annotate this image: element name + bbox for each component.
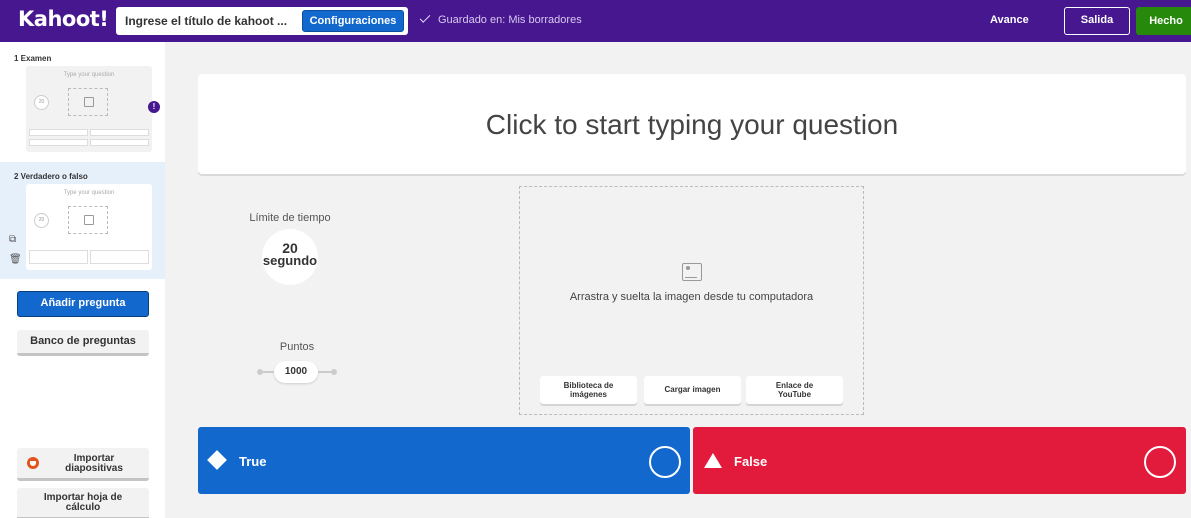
kahoot-title-input[interactable]: Ingrese el título de kahoot ... Configur… (116, 7, 408, 35)
import-slides-label: Importar diapositivas (65, 453, 123, 474)
check-icon (419, 12, 431, 23)
title-placeholder: Ingrese el título de kahoot ... (125, 14, 288, 28)
youtube-link-button[interactable]: Enlace de YouTube (746, 376, 843, 404)
slide-1-label: 1 Examen (14, 54, 52, 63)
points-slider-track (260, 371, 274, 373)
image-icon (84, 215, 94, 225)
exit-button[interactable]: Salida (1064, 7, 1130, 35)
question-placeholder: Click to start typing your question (485, 109, 899, 140)
answer-true[interactable]: True (198, 427, 690, 494)
question-input[interactable]: Click to start typing your question (198, 74, 1186, 174)
answer-true-label: True (239, 454, 267, 469)
warning-icon[interactable]: ! (148, 101, 160, 113)
thumb-image-placeholder (68, 206, 108, 234)
thumb-answer (90, 139, 149, 146)
slides-sidebar: 1 Examen Type your question 20 ! 2 Verda… (0, 42, 165, 518)
powerpoint-icon (27, 457, 39, 469)
import-slides-button[interactable]: Importar diapositivas (17, 448, 149, 481)
thumb-image-placeholder (68, 88, 108, 116)
slide-2-label: 2 Verdadero o falso (14, 172, 88, 181)
image-icon (682, 263, 702, 281)
thumb-answer (29, 250, 88, 264)
media-hint: Arrastra y suelta la imagen desde tu com… (569, 291, 814, 303)
thumb-answer (29, 139, 88, 146)
correct-answer-toggle[interactable] (649, 446, 681, 478)
duplicate-icon[interactable]: ⧉ (9, 234, 16, 245)
thumb-answer (29, 129, 88, 136)
settings-button[interactable]: Configuraciones (302, 10, 404, 32)
preview-button[interactable]: Avance (990, 14, 1029, 26)
thumb-timer: 20 (34, 95, 49, 110)
answer-false[interactable]: False (693, 427, 1186, 494)
save-status: Guardado en: Mis borradores (419, 12, 582, 26)
answer-false-label: False (734, 454, 768, 469)
image-library-button[interactable]: Biblioteca de imágenes (540, 376, 637, 404)
points-slider-max[interactable] (331, 369, 337, 375)
save-status-text: Guardado en: Mis borradores (438, 14, 582, 26)
import-spreadsheet-button[interactable]: Importar hoja de cálculo (17, 488, 149, 518)
done-button[interactable]: Hecho (1136, 7, 1191, 35)
thumb-question: Type your question (63, 72, 115, 78)
diamond-icon (207, 450, 227, 470)
thumb-question: Type your question (63, 190, 115, 196)
slide-2-thumbnail[interactable]: Type your question 20 (26, 184, 152, 270)
points-label: Puntos (279, 341, 315, 353)
triangle-icon (704, 453, 722, 468)
thumb-timer: 20 (34, 213, 49, 228)
top-bar: Kahoot! Ingrese el título de kahoot ... … (0, 0, 1191, 42)
thumb-answer (90, 250, 149, 264)
image-icon (84, 97, 94, 107)
question-bank-button[interactable]: Banco de preguntas (17, 330, 149, 356)
points-selector[interactable]: 1000 (274, 361, 318, 383)
delete-icon[interactable]: 🗑 (9, 254, 22, 265)
points-slider-track (318, 371, 332, 373)
time-limit-label: Límite de tiempo (249, 212, 331, 224)
media-dropzone[interactable]: Arrastra y suelta la imagen desde tu com… (519, 186, 864, 415)
slide-1-thumbnail[interactable]: Type your question 20 (26, 66, 152, 152)
add-question-button[interactable]: Añadir pregunta (17, 291, 149, 317)
time-limit-unit: segundo (262, 253, 318, 268)
thumb-answer (90, 129, 149, 136)
kahoot-logo[interactable]: Kahoot! (18, 7, 112, 35)
upload-image-button[interactable]: Cargar imagen (644, 376, 741, 404)
correct-answer-toggle[interactable] (1144, 446, 1176, 478)
